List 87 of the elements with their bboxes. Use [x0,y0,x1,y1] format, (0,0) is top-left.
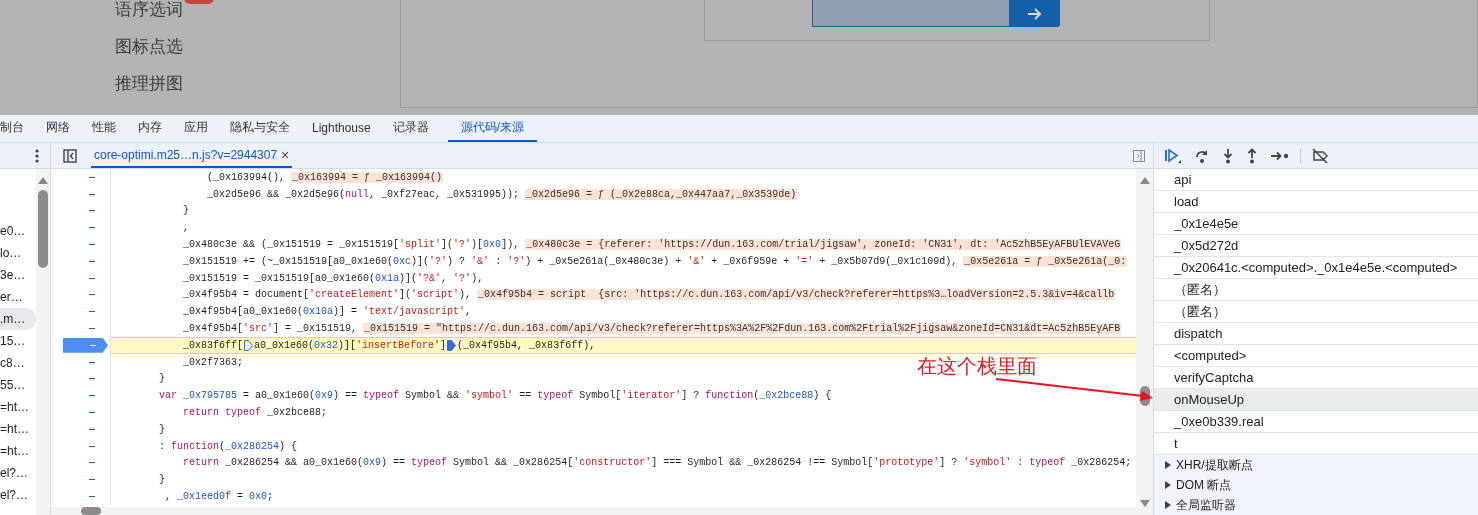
code-line: , _0x1eed0f = 0x0; [164,491,274,503]
step-out-icon[interactable] [1246,147,1258,164]
section-header[interactable]: DOM 断点 [1176,476,1232,494]
inline-value: _0x163994 = ƒ _0x163994() [291,171,444,183]
code-line: _0x2d5e96 && _0x2d5e96(null, _0xf27eac, _0x531995)); [206,188,520,200]
code-line: , [182,222,189,234]
panel-tab[interactable]: 应用 [173,115,219,142]
code-line: } [182,205,189,217]
panel-tab[interactable]: 内存 [127,115,173,142]
file-item[interactable]: el?… [0,462,36,484]
file-item[interactable]: el?… [0,484,36,506]
inline-value: _0x2d5e96 = ƒ (_0x2e88ca,_0x447aa7,_0x3539de) [525,188,798,200]
deactivate-breakpoints-icon[interactable] [1311,147,1329,164]
scroll-up-icon[interactable] [38,177,48,184]
code-line: _0x4f95b4['src'] = _0x151519, [182,323,358,335]
file-name[interactable]: core-optimi.m25…n.js?v=2944307 [94,147,278,162]
slider-button[interactable] [1010,0,1060,27]
expand-icon[interactable] [1164,461,1172,469]
menu-item[interactable]: 语序选词 [115,0,183,21]
scrollbar-thumb[interactable] [38,190,48,268]
sidebar-toggle-icon[interactable] [63,148,77,163]
code-line: _0x4f95b4 = document['createElement']('script'), [182,289,472,301]
expand-icon[interactable] [1164,501,1172,509]
code-line: } [158,373,165,385]
file-item[interactable]: 55… [0,374,36,396]
more-icon[interactable] [35,148,39,163]
call-stack-frame[interactable]: load [1154,191,1478,213]
file-item[interactable]: e0… [0,220,36,242]
resume-icon[interactable] [1164,147,1182,164]
annotation-text: 在这个栈里面 [917,354,1037,379]
call-stack-frame[interactable]: （匿名） [1154,279,1478,301]
call-stack-frame[interactable]: <computed> [1154,345,1478,367]
code-line: return _0x286254 && a0_0x1e60(0x9) == typeof Symbol && _0x286254['constructor'] === Symbol && _0x286254 !== Symbol['prototype'] ? 'symbol' : typeof _0x286254; [182,457,1132,469]
inline-value: _0x4f95b4 = script {src: 'https://c.dun.163.com/api/v3/check?referer=https%3…loadVersion=2.5.3&iv=4&callb [477,289,1116,301]
file-item[interactable]: =ht… [0,396,36,418]
panel-tab[interactable]: 制台 [0,115,35,142]
arrow-right-icon [1027,7,1043,20]
step-icon[interactable] [1270,149,1290,162]
file-item[interactable]: =ht… [0,418,36,440]
file-item[interactable]: 3e… [0,264,36,286]
menu-item[interactable]: 推理拼图 [115,72,183,95]
call-stack-frame[interactable]: _0x20641c.<computed>._0x1e4e5e.<computed> [1154,257,1478,279]
file-item[interactable]: c8… [0,352,36,374]
call-stack-frame[interactable]: api [1154,169,1478,191]
panel-tab[interactable]: 隐私与安全 [219,115,301,142]
code-line: _0x151519 = _0x151519[a0_0x1e60(0x1a)]('?&', '?'), [182,272,484,284]
inline-value: _0x480c3e = {referer: 'https://dun.163.com/trial/jigsaw', zoneId: 'CN31', dt: 'Ac5zhB5EyAFBUlEVAVeG [525,239,1122,251]
call-stack-frame[interactable]: onMouseUp [1154,389,1478,411]
call-stack-frame[interactable]: _0x5d272d [1154,235,1478,257]
code-line: _0x4f95b4[a0_0x1e60(0x10a)] = 'text/javascript', [182,306,472,318]
code-line: (_0x163994(), [206,171,286,183]
expand-icon[interactable] [1164,481,1172,489]
call-stack-frame[interactable]: _0x1e4e5e [1154,213,1478,235]
breakpoint-marker[interactable] [63,337,108,353]
inline-value: _0x151519 = "https://c.dun.163.com/api/v3/check?referer=https%3A%2F%2Fdun.163.com%2Ftrial%2Fjigsaw&zoneId=CN31&dt=Ac5zhB5EyAFB [363,323,1122,335]
panel-tab[interactable]: 记录器 [381,115,440,142]
code-line: var _0x795785 = a0_0x1e60(0x9) == typeof Symbol && 'symbol' == typeof Symbol['iterator'] ? function(_0x2bce88) { [158,390,832,402]
panel-tab[interactable]: Lighthouse [301,115,382,142]
file-tab[interactable]: core-optimi.m25…n.js?v=2944307 × [91,143,293,168]
file-item[interactable]: er… [0,286,36,308]
code-line: : function(_0x286254) { [158,440,298,452]
scrollbar-thumb[interactable] [81,507,101,515]
call-stack-frame[interactable]: _0xe0b339.real [1154,411,1478,433]
code-line: } [158,474,165,486]
file-item[interactable]: lo… [0,242,36,264]
step-marker-icon[interactable] [447,339,457,351]
menu-item[interactable]: 图标点选 [115,35,183,58]
sidebar-toggle-icon[interactable] [1133,149,1145,162]
close-button[interactable]: × [281,146,290,163]
code-line: return typeof _0x2bce88; [182,407,328,419]
panel-tab[interactable]: 性能 [81,115,127,142]
step-marker-icon[interactable] [244,339,254,351]
call-stack-frame[interactable]: dispatch [1154,323,1478,345]
code-line: _0x83f6ff[ a0_0x1e60(0x32)]['insertBefore'] (_0x4f95b4, _0x83f6ff), [182,339,596,351]
code-line: } [158,423,165,435]
code-line: _0x151519 += (~_0x151519[a0_0x1e60(0xc)]('?') ? '&' : '?') + _0x5e261a(_0x480c3e) + '&' + _0x6f959e + '=' + _0x5b07d9(_0x1c109d), [182,255,958,267]
file-item[interactable]: .m… [0,308,36,330]
code-line: _0x480c3e && (_0x151519 = _0x151519['split']('?')[0x0]), [182,239,520,251]
call-stack-frame[interactable]: （匿名） [1154,301,1478,323]
code-line: _0x2f7363; [182,356,244,368]
inline-value: _0x5e261a = ƒ _0x5e261a(_0: [963,255,1128,267]
step-into-icon[interactable] [1222,147,1234,164]
file-item[interactable]: =ht… [0,440,36,462]
file-item[interactable]: 15… [0,330,36,352]
scroll-up-icon[interactable] [1139,177,1150,184]
panel-tab[interactable]: 网络 [35,115,81,142]
section-header[interactable]: 全局监听器 [1176,496,1236,514]
